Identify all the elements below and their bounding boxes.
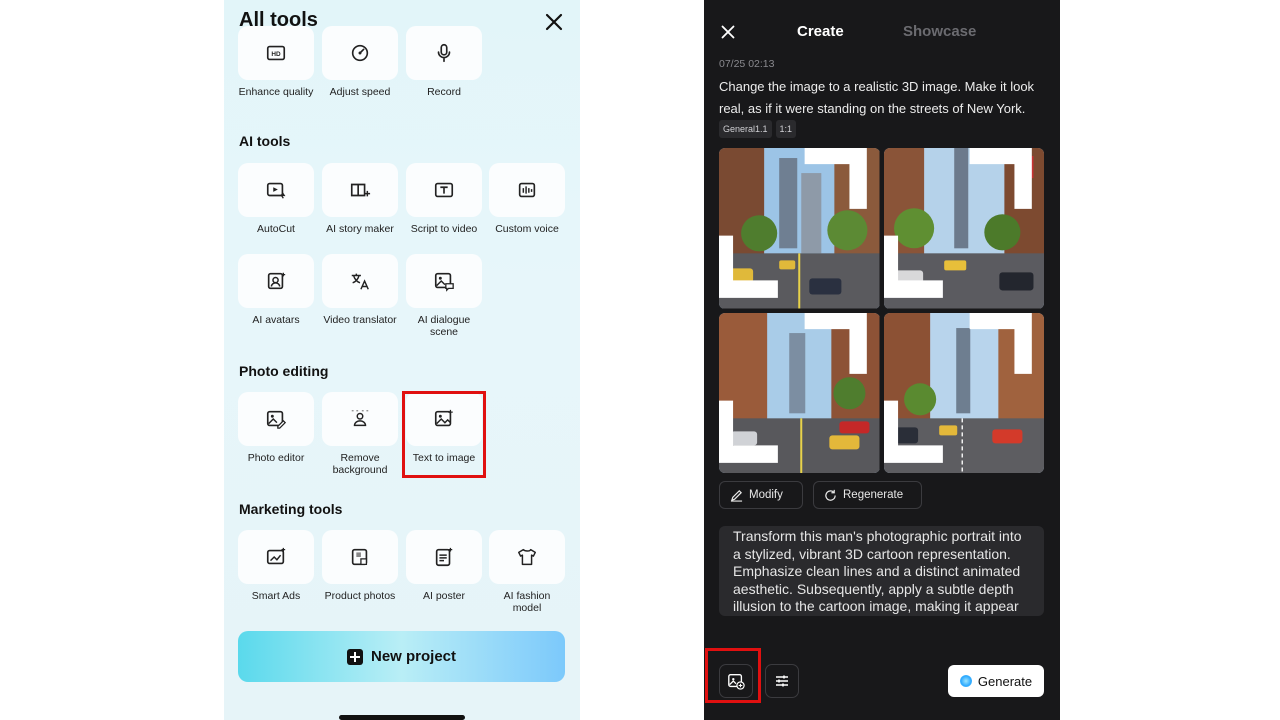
generate-button[interactable]: Generate [948,665,1044,697]
all-tools-panel: All tools HD Enhance quality Adjust spee… [224,0,580,720]
expand-icon[interactable] [719,148,872,303]
tool-label: Video translator [323,314,397,326]
tool-label: Custom voice [495,223,559,235]
generate-label: Generate [977,673,1033,689]
tool-label: Enhance quality [238,86,314,98]
product-icon [351,548,368,566]
voice-icon [518,182,536,198]
tool-smart-ads[interactable]: Smart Ads [237,530,315,602]
tool-ai-fashion-model[interactable]: AI fashion model [488,530,566,614]
prompt-text: Change the image to a realistic 3D image… [719,79,1035,116]
tool-adjust-speed[interactable]: Adjust speed [321,26,399,98]
tab-showcase[interactable]: Showcase [903,23,976,40]
tool-label: Product photos [324,590,396,602]
tool-label: AutoCut [257,223,295,235]
regenerate-button[interactable]: Regenerate [813,481,922,509]
tool-ai-dialogue-scene[interactable]: AI dialogue scene [405,254,483,338]
regenerate-label: Regenerate [843,489,904,501]
section-title-marketing-tools: Marketing tools [239,501,343,517]
tool-ai-story-maker[interactable]: AI story maker [321,163,399,235]
translate-icon [351,273,369,290]
tool-label: Remove background [332,452,388,476]
generated-image[interactable] [883,148,1044,309]
story-icon [350,183,371,197]
tool-ai-avatars[interactable]: AI avatars [237,254,315,326]
prompt-input[interactable]: Transform this man's photographic portra… [719,526,1044,616]
tool-autocut[interactable]: AutoCut [237,163,315,235]
expand-icon[interactable] [883,148,1037,303]
generated-image[interactable] [883,312,1044,473]
remove-bg-icon [351,410,369,427]
tool-label: Smart Ads [251,590,301,602]
close-icon[interactable] [717,21,739,43]
prompt-tags: General1.1 1:1 [719,120,797,138]
tool-photo-editor[interactable]: Photo editor [237,392,315,464]
tool-remove-background[interactable]: Remove background [321,392,399,476]
model-tag: General1.1 [719,120,772,138]
tool-label: Script to video [410,223,478,235]
tool-label: AI dialogue scene [417,314,471,338]
script-icon [434,182,454,198]
poster-icon [435,547,453,567]
home-indicator [339,715,465,720]
new-project-label: New project [370,648,457,665]
ratio-tag: 1:1 [775,120,797,138]
pencil-icon [730,489,743,502]
photo-edit-icon [266,410,287,429]
ads-icon [266,547,286,565]
tool-record[interactable]: Record [405,26,483,98]
tool-video-translator[interactable]: Video translator [321,254,399,326]
hd-icon: HD [266,45,286,61]
dialogue-icon [434,272,454,292]
timestamp: 07/25 02:13 [719,58,775,70]
plus-icon [346,648,363,665]
autocut-icon [266,182,286,199]
close-icon[interactable] [542,10,566,34]
mic-icon [437,43,451,63]
section-title-photo-editing: Photo editing [239,363,329,379]
modify-button[interactable]: Modify [719,481,803,509]
tool-label: Photo editor [247,452,305,464]
tool-script-to-video[interactable]: Script to video [405,163,483,235]
generated-image[interactable] [719,312,880,473]
svg-text:HD: HD [271,51,281,58]
sparkle-icon [959,675,972,687]
avatar-icon [267,272,286,290]
new-project-button[interactable]: New project [238,631,565,682]
generated-image-grid [719,148,1044,473]
modify-label: Modify [749,489,783,501]
tool-label: AI poster [422,590,466,602]
settings-button[interactable] [765,664,799,698]
expand-icon[interactable] [719,312,872,468]
sliders-icon [776,675,788,687]
highlight-box [402,391,486,478]
create-panel: Create Showcase 07/25 02:13 Change the i… [704,0,1060,720]
tool-label: AI fashion model [503,590,551,614]
refresh-icon [825,489,836,501]
tool-enhance-quality[interactable]: HD Enhance quality [237,26,315,98]
tool-custom-voice[interactable]: Custom voice [488,163,566,235]
tool-label: Record [427,86,461,98]
expand-icon[interactable] [883,312,1037,468]
tool-product-photos[interactable]: Product photos [321,530,399,602]
tool-ai-poster[interactable]: AI poster [405,530,483,602]
highlight-box [705,648,761,703]
tool-label: AI story maker [326,223,394,235]
section-title-ai-tools: AI tools [239,133,291,149]
tool-label: AI avatars [252,314,300,326]
speed-icon [351,44,369,62]
tab-create[interactable]: Create [797,23,844,40]
tool-label: Adjust speed [329,86,391,98]
generated-image[interactable] [719,148,880,309]
fashion-icon [518,548,536,566]
